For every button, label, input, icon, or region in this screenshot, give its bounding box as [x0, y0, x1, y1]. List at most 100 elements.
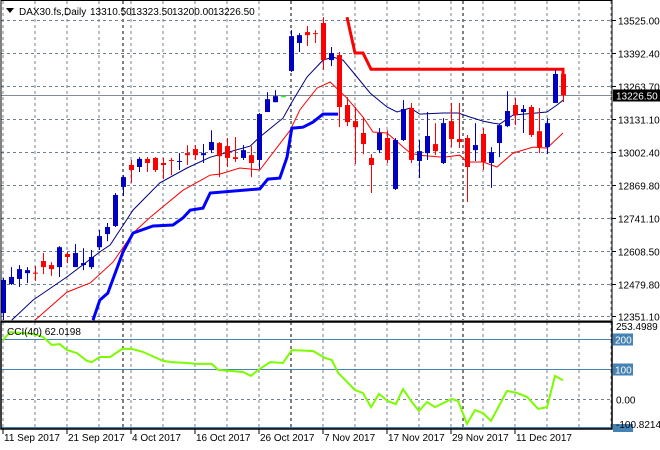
candle	[521, 104, 526, 133]
cci-level-label: 200	[615, 336, 632, 347]
cci-level-label: 100	[615, 366, 632, 377]
candle-body	[241, 150, 246, 158]
candle-body	[521, 109, 526, 113]
candle	[225, 138, 230, 168]
cci-label: CCI(40) 62.0198	[7, 327, 81, 338]
candle-body	[153, 157, 158, 171]
candle-body	[545, 123, 550, 148]
price-chart[interactable]: 13525.0013392.4013263.7013131.1013002.40…	[0, 0, 660, 450]
candle	[129, 159, 134, 183]
candle-body	[161, 162, 166, 165]
candle-body	[289, 36, 294, 71]
symbol-label: DAX30.fs,Daily	[19, 7, 86, 18]
price-tick-label: 12479.80	[618, 281, 660, 292]
candle-body	[553, 73, 558, 103]
candle	[409, 102, 414, 163]
candle-body	[529, 106, 534, 135]
candle-body	[49, 265, 54, 270]
candle	[1, 277, 6, 321]
candle	[57, 246, 62, 277]
current-price-label: 13226.50	[616, 92, 658, 103]
candle	[137, 157, 142, 173]
candle	[393, 138, 398, 190]
candle	[313, 30, 318, 43]
candle	[121, 175, 126, 197]
candle-body	[17, 269, 22, 279]
candle	[553, 69, 558, 103]
candle	[273, 90, 278, 103]
low-value: 13200.00	[172, 7, 214, 18]
price-tick-label: 13525.00	[618, 17, 660, 28]
candle-body	[73, 252, 78, 268]
channel-high-line	[345, 16, 565, 77]
time-tick-label: 11 Sep 2017	[4, 433, 60, 444]
cci-tick-label: 253.4989	[616, 322, 658, 333]
candle	[361, 117, 366, 155]
candle-body	[225, 146, 230, 158]
candle-body	[417, 151, 422, 161]
candle-body	[81, 263, 86, 266]
candle	[185, 145, 190, 165]
candle	[433, 123, 438, 156]
candle-body	[369, 157, 374, 165]
time-tick-label: 17 Nov 2017	[388, 433, 445, 444]
candle-body	[361, 132, 366, 145]
candle-body	[113, 194, 118, 227]
triangle-down-icon[interactable]	[6, 8, 14, 13]
close-value: 13226.50	[213, 7, 255, 18]
candle-body	[377, 132, 382, 151]
candle	[457, 102, 462, 149]
time-tick-label: 7 Nov 2017	[324, 433, 376, 444]
candle	[337, 52, 342, 128]
cci-line	[2, 331, 564, 427]
candle-body	[393, 140, 398, 189]
candle	[145, 157, 150, 173]
candle-body	[105, 227, 110, 235]
candle	[401, 100, 406, 142]
candle	[25, 267, 30, 283]
candle-body	[449, 121, 454, 140]
candle	[17, 265, 22, 288]
candle-body	[297, 35, 302, 43]
candle	[329, 46, 334, 67]
candle	[441, 118, 446, 164]
candle	[177, 153, 182, 171]
candle	[545, 118, 550, 155]
candle-body	[441, 123, 446, 163]
candle-body	[513, 104, 518, 116]
price-tick-label: 12741.10	[618, 215, 660, 226]
candle-body	[25, 270, 30, 274]
candle-body	[409, 108, 414, 160]
candle-body	[169, 159, 174, 161]
candle-body	[337, 55, 342, 107]
candle-body	[273, 96, 278, 103]
candle	[89, 249, 94, 270]
open-value: 13310.50	[90, 7, 132, 18]
candle-body	[129, 164, 134, 171]
ma-fast-line	[11, 56, 564, 321]
candle	[529, 104, 534, 137]
candle	[65, 251, 70, 264]
candle-body	[385, 138, 390, 160]
candle-body	[537, 131, 542, 148]
candle	[353, 106, 358, 164]
candle	[489, 147, 494, 188]
candle	[561, 70, 566, 102]
candle	[73, 244, 78, 268]
candle-body	[425, 135, 430, 154]
time-tick-label: 4 Oct 2017	[132, 433, 181, 444]
price-tick-label: 13131.10	[618, 116, 660, 127]
candle-body	[505, 111, 510, 127]
time-tick-label: 21 Sep 2017	[68, 433, 125, 444]
price-tick-label: 13392.40	[618, 50, 660, 61]
price-tick-label: 12608.50	[618, 248, 660, 259]
candle-body	[177, 160, 182, 162]
candle	[513, 98, 518, 126]
candle	[49, 262, 54, 276]
candle-body	[185, 153, 190, 156]
candle	[465, 134, 470, 203]
cci-tick-label: 0.00	[616, 396, 636, 407]
time-tick-label: 16 Oct 2017	[196, 433, 251, 444]
candle	[193, 145, 198, 160]
cci-panel-frame	[0, 321, 613, 430]
